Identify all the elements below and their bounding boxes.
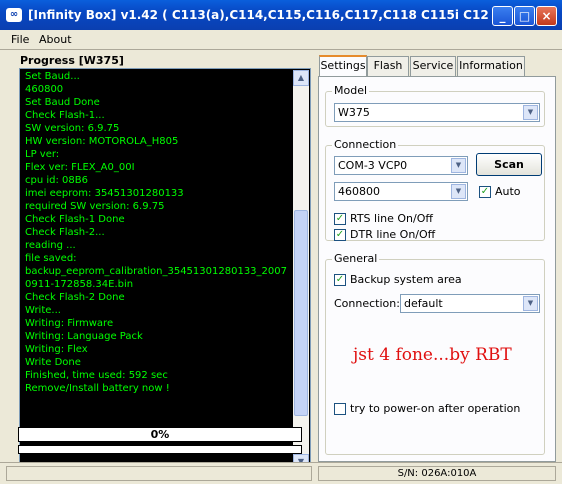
scan-button[interactable]: Scan — [476, 153, 542, 176]
chevron-down-icon[interactable]: ▼ — [523, 105, 538, 120]
backup-label: Backup system area — [350, 273, 462, 286]
status-bar: S/N: 026A:010A — [0, 462, 562, 484]
log-line: Finished, time used: 592 sec — [25, 370, 168, 381]
baud-select[interactable]: 460800 ▼ — [334, 182, 468, 201]
infinity-logo-icon: ∞ — [6, 8, 22, 22]
log-line: imei eeprom: 35451301280133 — [25, 188, 184, 199]
menu-about[interactable]: About — [39, 33, 72, 46]
log-line: Writing: Flex — [25, 344, 88, 355]
log-lines: Set Baud... 460800 Set Baud Done Check Flas… — [25, 70, 287, 395]
log-line: LP ver: — [25, 149, 60, 160]
tab-flash[interactable]: Flash — [367, 56, 409, 76]
log-line: Check Flash-2... — [25, 227, 105, 238]
log-line: Write... — [25, 305, 61, 316]
brand-text: jst 4 fone...by RBT — [353, 345, 512, 365]
log-line: reading ... — [25, 240, 76, 251]
log-line: cpu id: 08B6 — [25, 175, 88, 186]
minimize-button[interactable]: _ — [492, 6, 513, 26]
maximize-button[interactable]: □ — [514, 6, 535, 26]
log-line: Set Baud Done — [25, 97, 100, 108]
conn-select[interactable]: default ▼ — [400, 294, 540, 313]
log-line: 0911-172858.34E.bin — [25, 279, 134, 290]
menu-file[interactable]: File — [11, 33, 29, 46]
chevron-down-icon[interactable]: ▼ — [523, 296, 538, 311]
backup-checkbox[interactable]: ✓ — [334, 274, 346, 286]
general-label: General — [332, 252, 380, 265]
progress-text: 0% — [150, 428, 170, 441]
log-line: Flex ver: FLEX_A0_00I — [25, 162, 135, 173]
model-group: Model W375 ▼ — [325, 84, 545, 127]
scroll-thumb[interactable] — [294, 210, 308, 416]
tab-service[interactable]: Service — [410, 56, 456, 76]
progress-title: Progress [W375] — [20, 54, 124, 67]
port-select[interactable]: COM-3 VCP0 ▼ — [334, 156, 468, 175]
status-cell-empty — [6, 466, 312, 481]
serial-number: S/N: 026A:010A — [318, 466, 556, 481]
chevron-down-icon[interactable]: ▼ — [451, 158, 466, 173]
rts-label: RTS line On/Off — [350, 212, 433, 225]
log-line: Remove/Install battery now ! — [25, 383, 170, 394]
log-line: HW version: MOTOROLA_H805 — [25, 136, 179, 147]
poweron-label: try to power-on after operation — [350, 402, 521, 415]
general-group: General ✓ Backup system area Connection:… — [325, 252, 545, 455]
progress-panel: Progress [W375] Set Baud... 460800 Set Bau… — [0, 50, 312, 472]
conn-value: default — [404, 297, 443, 310]
port-value: COM-3 VCP0 — [338, 159, 408, 172]
log-line: Write Done — [25, 357, 81, 368]
log-line: required SW version: 6.9.75 — [25, 201, 165, 212]
log-output[interactable]: Set Baud... 460800 Set Baud Done Check Flas… — [19, 68, 311, 472]
auto-label: Auto — [495, 185, 521, 198]
log-line: Writing: Language Pack — [25, 331, 143, 342]
tab-settings[interactable]: Settings — [319, 55, 367, 77]
title-bar[interactable]: ∞ [Infinity Box] v1.42 ( C113(a),C114,C1… — [0, 0, 562, 30]
log-line: Check Flash-1 Done — [25, 214, 125, 225]
connection-label: Connection — [332, 138, 399, 151]
chevron-down-icon[interactable]: ▼ — [451, 184, 466, 199]
conn-label: Connection: — [334, 297, 400, 310]
rts-checkbox[interactable]: ✓ — [334, 213, 346, 225]
baud-value: 460800 — [338, 185, 380, 198]
progress-bar: 0% — [18, 427, 302, 442]
settings-tab-page: Model W375 ▼ Connection COM-3 VCP0 ▼ Sca… — [318, 76, 556, 462]
close-button[interactable]: × — [536, 6, 557, 26]
secondary-progress-bar — [18, 445, 302, 454]
log-line: backup_eeprom_calibration_35451301280133… — [25, 266, 287, 277]
log-line: Check Flash-2 Done — [25, 292, 125, 303]
log-line: Set Baud... — [25, 71, 80, 82]
connection-group: Connection COM-3 VCP0 ▼ Scan 460800 ▼ ✓ … — [325, 138, 545, 241]
log-line: Writing: Firmware — [25, 318, 114, 329]
auto-checkbox[interactable]: ✓ — [479, 186, 491, 198]
window-title: [Infinity Box] v1.42 ( C113(a),C114,C115… — [28, 8, 488, 22]
model-label: Model — [332, 84, 370, 97]
log-line: Check Flash-1... — [25, 110, 105, 121]
settings-panel: Settings Flash Service Information Model… — [318, 55, 556, 462]
poweron-checkbox[interactable] — [334, 403, 346, 415]
dtr-label: DTR line On/Off — [350, 228, 436, 241]
model-select[interactable]: W375 ▼ — [334, 103, 540, 122]
dtr-checkbox[interactable]: ✓ — [334, 229, 346, 241]
model-value: W375 — [338, 106, 370, 119]
log-scrollbar[interactable]: ▲ ▼ — [293, 70, 309, 470]
scroll-up-arrow-icon[interactable]: ▲ — [293, 70, 309, 86]
log-line: SW version: 6.9.75 — [25, 123, 120, 134]
tab-information[interactable]: Information — [457, 56, 525, 76]
log-line: 460800 — [25, 84, 64, 95]
menu-bar: File About — [0, 30, 562, 49]
log-line: file saved: — [25, 253, 77, 264]
